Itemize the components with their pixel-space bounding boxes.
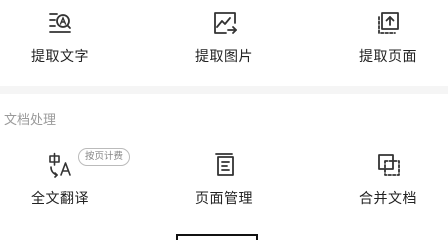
extract-page-button[interactable]: 提取页面 [328,6,448,76]
text-recognition-icon [48,10,74,36]
document-tools-row: 按页计费 全文翻译 页面管理 合并文档 [0,148,448,218]
merge-document-icon [376,152,402,178]
extract-image-label: 提取图片 [195,49,253,65]
page-management-label: 页面管理 [195,191,253,207]
full-text-translate-label: 全文翻译 [31,191,89,207]
extract-tools-row: 提取文字 提取图片 提取页面 [0,6,448,76]
translate-icon [48,152,74,178]
bottom-edge-frame [176,234,258,240]
merge-documents-button[interactable]: 合并文档 [328,148,448,218]
page-export-icon [376,10,402,36]
section-divider [0,86,448,94]
image-export-icon [212,10,238,36]
per-page-billing-badge: 按页计费 [78,148,131,166]
extract-text-button[interactable]: 提取文字 [0,6,120,76]
page-manage-icon [212,152,238,178]
extract-text-label: 提取文字 [31,49,89,65]
section-title-document-processing: 文档处理 [4,113,57,128]
full-text-translate-button[interactable]: 按页计费 全文翻译 [0,148,131,218]
extract-image-button[interactable]: 提取图片 [164,6,284,76]
merge-documents-label: 合并文档 [359,191,417,207]
page-management-button[interactable]: 页面管理 [164,148,284,218]
tools-panel: 提取文字 提取图片 提取页面 文档处理 按页计费 全文翻译 页面管理 合并文档 [0,0,448,240]
extract-page-label: 提取页面 [359,49,417,65]
